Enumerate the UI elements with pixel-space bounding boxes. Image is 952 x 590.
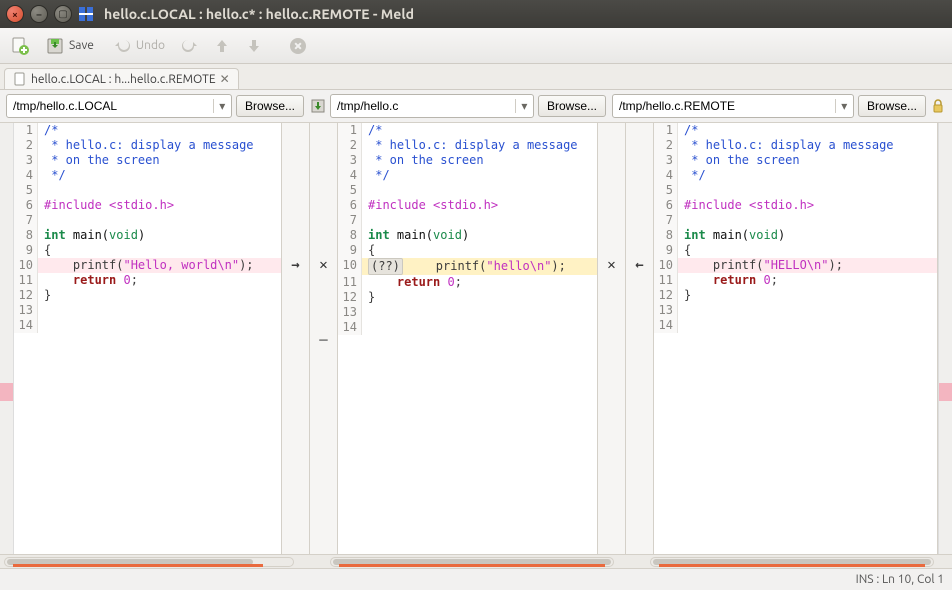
next-change-button[interactable] [240,32,268,60]
pane-right: 1/*2 * hello.c: display a message3 * on … [654,123,938,554]
document-icon [13,72,27,86]
undo-button[interactable]: Undo [105,32,172,60]
chevron-down-icon[interactable]: ▾ [835,99,853,113]
prev-change-button[interactable] [208,32,236,60]
code-view-left[interactable]: 1/*2 * hello.c: display a message3 * on … [14,123,281,554]
pane-left: 1/*2 * hello.c: display a message3 * on … [14,123,282,554]
path-combo-right[interactable]: ▾ [612,94,854,118]
minus-icon[interactable]: — [310,333,337,348]
path-combo-center[interactable]: ▾ [330,94,534,118]
lock-icon[interactable] [930,98,946,114]
browse-button-right[interactable]: Browse... [858,95,926,117]
link-column-right: ← [626,123,654,554]
save-button[interactable]: Save [38,32,101,60]
browse-button-center[interactable]: Browse... [538,95,606,117]
path-combo-left[interactable]: ▾ [6,94,232,118]
code-view-right[interactable]: 1/*2 * hello.c: display a message3 * on … [654,123,937,554]
save-indicator-icon [310,98,326,114]
path-input-right[interactable] [613,97,835,115]
status-bar: INS : Ln 10, Col 1 [0,568,952,590]
path-input-center[interactable] [331,97,515,115]
link-column-left-x: ✕ — [310,123,338,554]
push-left-icon[interactable]: ← [626,258,653,273]
path-input-left[interactable] [7,97,213,115]
file-path-row: ▾ Browse... ▾ Browse... ▾ Browse... [0,90,952,123]
status-mode: INS : Ln 10, Col 1 [856,573,944,586]
window-titlebar: × – ▢ hello.c.LOCAL : hello.c* : hello.c… [0,0,952,28]
tab-label: hello.c.LOCAL : h...hello.c.REMOTE [31,73,216,86]
pane-header-left: ▾ Browse... [6,94,304,118]
window-maximize-button[interactable]: ▢ [54,5,72,23]
hscrollbar-right[interactable] [650,557,934,567]
window-controls: × – ▢ [6,5,72,23]
diff-area: 1/*2 * hello.c: display a message3 * on … [0,123,952,554]
tab-comparison[interactable]: hello.c.LOCAL : h...hello.c.REMOTE ✕ [4,68,239,89]
window-minimize-button[interactable]: – [30,5,48,23]
pane-header-center: ▾ Browse... [310,94,606,118]
save-button-label: Save [69,39,94,52]
overview-ruler-left[interactable] [0,123,14,554]
chevron-down-icon[interactable]: ▾ [213,99,231,113]
browse-button-left[interactable]: Browse... [236,95,304,117]
delete-change-icon[interactable]: ✕ [310,258,337,273]
new-comparison-button[interactable] [6,32,34,60]
chevron-down-icon[interactable]: ▾ [515,99,533,113]
stop-button[interactable] [284,32,312,60]
push-right-icon[interactable]: → [282,258,309,273]
hscrollbar-center[interactable] [330,557,614,567]
pane-center: 1/*2 * hello.c: display a message3 * on … [338,123,598,554]
hscrollbar-left[interactable] [4,557,294,567]
app-icon [78,6,94,22]
delete-change-icon[interactable]: ✕ [598,258,625,273]
window-title: hello.c.LOCAL : hello.c* : hello.c.REMOT… [104,6,414,22]
link-column-right-x: ✕ [598,123,626,554]
overview-ruler-right[interactable] [938,123,952,554]
tab-strip: hello.c.LOCAL : h...hello.c.REMOTE ✕ [0,64,952,90]
pane-header-right: ▾ Browse... [612,94,946,118]
undo-button-label: Undo [136,39,165,52]
link-column-left: → [282,123,310,554]
window-close-button[interactable]: × [6,5,24,23]
redo-button[interactable] [176,32,204,60]
code-view-center[interactable]: 1/*2 * hello.c: display a message3 * on … [338,123,597,554]
horizontal-scrollbar-row [0,554,952,568]
main-toolbar: Save Undo [0,28,952,64]
tab-close-icon[interactable]: ✕ [220,72,230,86]
